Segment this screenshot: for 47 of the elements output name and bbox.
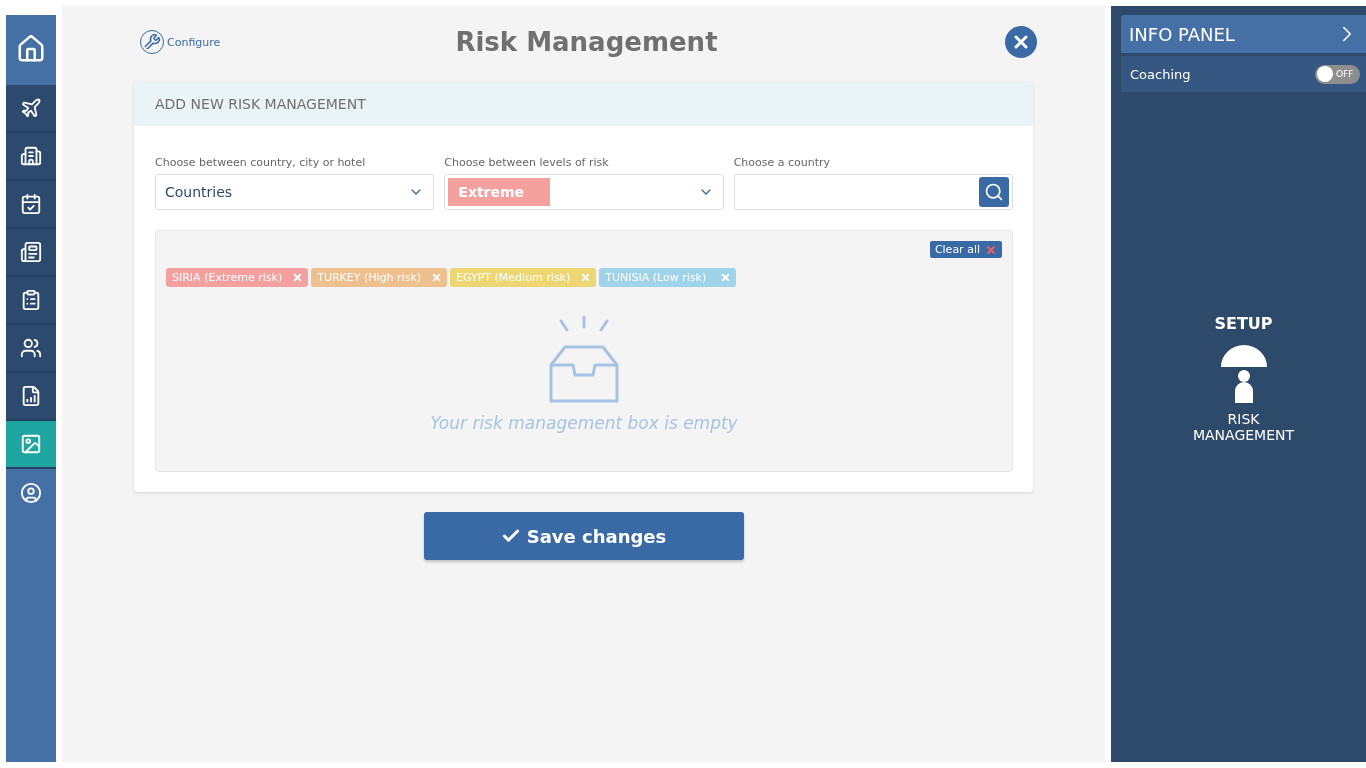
- clipboard-list-icon: [20, 289, 42, 311]
- card-header: ADD NEW RISK MANAGEMENT: [134, 82, 1033, 126]
- module-label: RISK MANAGEMENT: [1191, 411, 1296, 443]
- page-title: Risk Management: [455, 27, 718, 57]
- configure-link[interactable]: Configure: [140, 30, 221, 54]
- building-icon: [20, 145, 42, 167]
- search-field[interactable]: [733, 174, 1013, 210]
- section-title: SETUP: [1214, 314, 1273, 333]
- remove-icon: [431, 272, 443, 283]
- user-circle-icon: [20, 482, 42, 504]
- plane-icon: [20, 97, 42, 119]
- info-panel-button[interactable]: INFO PANEL: [1121, 15, 1366, 53]
- close-icon: [985, 243, 997, 256]
- coaching-label: Coaching: [1130, 66, 1191, 82]
- nav-button[interactable]: [6, 373, 56, 421]
- coaching-toggle[interactable]: OFF: [1315, 64, 1360, 84]
- nav-button[interactable]: [6, 229, 56, 277]
- field-label: Choose a country: [733, 156, 832, 169]
- dropdown[interactable]: Extreme: [444, 174, 724, 210]
- image-icon: [20, 433, 42, 455]
- dropdown[interactable]: Countries: [155, 174, 435, 210]
- nav-button[interactable]: [6, 277, 56, 325]
- risk-level-chip: Extreme: [448, 178, 551, 206]
- nav-button[interactable]: [6, 181, 56, 229]
- field-label: Choose between country, city or hotel: [155, 156, 367, 169]
- search-icon: [984, 182, 1004, 202]
- umbrella-person-icon: [1218, 343, 1269, 405]
- remove-icon: [292, 272, 304, 283]
- newspaper-icon: [20, 241, 42, 263]
- remove-icon: [580, 272, 592, 283]
- search-button[interactable]: [979, 177, 1009, 207]
- field-label: Choose between levels of risk: [444, 156, 610, 169]
- calendar-check-icon: [20, 193, 42, 215]
- clear-all-button[interactable]: Clear all: [929, 241, 1002, 258]
- empty-message: Your risk management box is empty: [430, 413, 738, 433]
- close-button[interactable]: [1005, 26, 1037, 58]
- risk-tag[interactable]: SIRIA (Extreme risk): [166, 268, 309, 287]
- home-icon: [16, 34, 46, 64]
- risk-tag[interactable]: TURKEY (High risk): [311, 268, 448, 287]
- nav-button[interactable]: [6, 325, 56, 373]
- users-icon: [20, 337, 42, 359]
- remove-icon: [720, 272, 732, 283]
- nav-button[interactable]: [6, 85, 56, 133]
- nav-button[interactable]: [6, 133, 56, 181]
- nav-button[interactable]: [6, 421, 56, 469]
- save-button[interactable]: Save changes: [423, 512, 744, 560]
- file-chart-icon: [20, 385, 42, 407]
